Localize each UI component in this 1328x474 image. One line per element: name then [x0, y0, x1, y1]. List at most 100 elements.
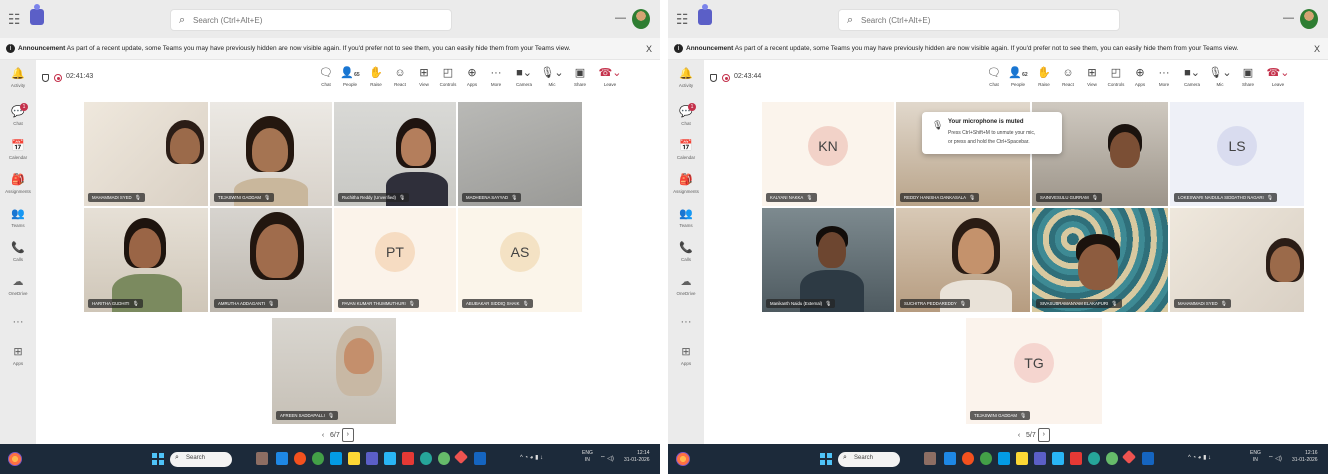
rail-item-more[interactable]: ··· [668, 316, 704, 329]
share-button[interactable]: ▣ Share [1236, 66, 1260, 87]
minimize-button[interactable]: — [615, 12, 626, 24]
rail-item-onedrive[interactable]: ☁ OneDrive [0, 276, 36, 296]
taskbar-app-icon[interactable] [1121, 449, 1137, 465]
rail-item-calendar[interactable]: 📅 Calendar [668, 140, 704, 160]
network-volume-icon[interactable]: ⌔ ◁) [600, 454, 614, 462]
participant-tile[interactable]: KN KALYANI NAKKA 🎙 [762, 102, 894, 206]
rail-item-apps[interactable]: ⊞ Apps [668, 346, 704, 366]
participant-tile[interactable]: SIVASUBRAMANYAM ELAKAPURI 🎙 [1032, 208, 1168, 312]
rail-item-assignments[interactable]: 🎒 Assignments [0, 174, 36, 194]
search-input[interactable] [861, 13, 1111, 28]
search-input[interactable] [193, 13, 443, 28]
taskbar-app-icon[interactable] [312, 452, 324, 465]
taskbar-search[interactable]: ⌕ Search [170, 452, 232, 467]
system-clock[interactable]: 12:16 31-01-2026 [1292, 450, 1318, 464]
participant-tile[interactable]: MAHAMMADI SYED 🎙 [1170, 208, 1304, 312]
taskbar-app-icon[interactable] [256, 452, 268, 465]
rail-item-calendar[interactable]: 📅 Calendar [0, 140, 36, 160]
participant-tile[interactable]: TG TEJASWINI GADDAM 🎙 [966, 318, 1102, 424]
participant-tile[interactable]: SUCHITRA PEDDAREDDY 🎙 [896, 208, 1030, 312]
taskbar-app-icon[interactable] [438, 452, 450, 465]
rail-item-assignments[interactable]: 🎒 Assignments [668, 174, 704, 194]
view-button[interactable]: ⊞ View [1080, 66, 1104, 87]
raise-hand-button[interactable]: ✋ Raise [1032, 66, 1056, 87]
tray-icons[interactable]: ^ ◔ ◕ ▮ ↓ [520, 454, 543, 461]
taskbar-app-icon[interactable] [1052, 452, 1064, 465]
network-volume-icon[interactable]: ⌔ ◁) [1268, 454, 1282, 462]
participant-tile[interactable]: Ruchitha Reddy (Unverified) 🎙 [334, 102, 456, 206]
previous-page-button[interactable]: ‹ [318, 432, 328, 439]
minimize-button[interactable]: — [1283, 12, 1294, 24]
language-indicator[interactable]: ENG IN [582, 450, 593, 464]
participant-tile[interactable]: MAHAMMADI SYED 🎙 [84, 102, 208, 206]
controls-button[interactable]: ◰ Controls [1104, 66, 1128, 87]
view-button[interactable]: ⊞ View [412, 66, 436, 87]
chat-button[interactable]: 🗨 Chat [982, 66, 1006, 87]
previous-page-button[interactable]: ‹ [1014, 432, 1024, 439]
rail-item-chat[interactable]: 💬 1 Chat [668, 103, 704, 126]
rail-item-teams[interactable]: 👥 Teams [668, 208, 704, 228]
taskbar-app-icon[interactable] [330, 452, 342, 465]
mic-muted-notification[interactable]: 🎙 Your microphone is muted Press Ctrl+Sh… [922, 112, 1062, 154]
taskbar-app-icon[interactable] [420, 452, 432, 465]
taskbar-app-icon[interactable] [402, 452, 414, 465]
participant-tile[interactable]: MADHEENA SAYYAD 🎙 [458, 102, 582, 206]
apps-button[interactable]: ⊕ Apps [1128, 66, 1152, 87]
controls-button[interactable]: ◰ Controls [436, 66, 460, 87]
system-clock[interactable]: 12:14 31-01-2026 [624, 450, 650, 464]
participant-tile[interactable]: TEJASWINI GADDAM 🎙 [210, 102, 332, 206]
participant-tile[interactable]: AFREEN SADDAPALLI 🎙 [272, 318, 396, 424]
app-launcher-icon[interactable]: ☷ [8, 11, 21, 28]
rail-item-more[interactable]: ··· [0, 316, 36, 329]
rail-item-apps[interactable]: ⊞ Apps [0, 346, 36, 366]
search-bar[interactable]: ⌕ [838, 9, 1120, 31]
windows-start-icon[interactable] [820, 453, 832, 465]
language-indicator[interactable]: ENG IN [1250, 450, 1261, 464]
close-announcement-button[interactable]: X [646, 38, 652, 59]
taskbar-app-icon[interactable] [348, 452, 360, 465]
taskbar-search[interactable]: ⌕ Search [838, 452, 900, 467]
rail-item-activity[interactable]: 🔔 Activity [668, 68, 704, 88]
raise-hand-button[interactable]: ✋ Raise [364, 66, 388, 87]
tray-icons[interactable]: ^ ◔ ◕ ▮ ↓ [1188, 454, 1211, 461]
leave-button[interactable]: ☎⌄ Leave [596, 66, 624, 87]
participant-tile[interactable]: AMRUTHA ADDAGANTI 🎙 [210, 208, 332, 312]
share-button[interactable]: ▣ Share [568, 66, 592, 87]
shield-icon[interactable] [710, 74, 717, 82]
profile-avatar[interactable] [632, 9, 650, 29]
taskbar-app-icon[interactable] [276, 452, 288, 465]
profile-avatar[interactable] [1300, 9, 1318, 29]
rail-item-teams[interactable]: 👥 Teams [0, 208, 36, 228]
taskbar-app-icon[interactable] [474, 452, 486, 465]
more-button[interactable]: ··· More [1152, 66, 1176, 87]
next-page-button[interactable]: › [341, 428, 354, 442]
react-button[interactable]: ☺ React [1056, 66, 1080, 87]
taskbar-app-icon[interactable] [1106, 452, 1118, 465]
rail-item-calls[interactable]: 📞 Calls [0, 242, 36, 262]
taskbar-app-icon[interactable] [453, 449, 469, 465]
participant-tile[interactable]: PT PAVAN KUMAR THUMMUTHURI 🎙 [334, 208, 456, 312]
taskbar-app-icon[interactable] [944, 452, 956, 465]
rail-item-onedrive[interactable]: ☁ OneDrive [668, 276, 704, 296]
taskbar-app-icon[interactable] [1016, 452, 1028, 465]
mic-button[interactable]: 🎙⌄ Mic [1208, 66, 1232, 87]
close-announcement-button[interactable]: X [1314, 38, 1320, 59]
shield-icon[interactable] [42, 74, 49, 82]
taskbar-app-icon[interactable] [1088, 452, 1100, 465]
participant-tile[interactable]: LS LOKESWARI NAIDULA SIDDATHO NAGARI 🎙 [1170, 102, 1304, 206]
taskbar-app-icon[interactable] [980, 452, 992, 465]
search-bar[interactable]: ⌕ [170, 9, 452, 31]
people-button[interactable]: 👤62 People [1006, 66, 1030, 87]
react-button[interactable]: ☺ React [388, 66, 412, 87]
taskbar-app-icon[interactable] [924, 452, 936, 465]
taskbar-app-icon[interactable] [384, 452, 396, 465]
participant-tile[interactable]: Manikanth Naidu (External) 🎙 [762, 208, 894, 312]
participant-tile[interactable]: HARITHA GUDHITI 🎙 [84, 208, 208, 312]
mic-button[interactable]: 🎙⌄ Mic [540, 66, 564, 87]
windows-start-icon[interactable] [152, 453, 164, 465]
leave-button[interactable]: ☎⌄ Leave [1264, 66, 1292, 87]
camera-button[interactable]: ■⌄ Camera [512, 66, 536, 87]
apps-button[interactable]: ⊕ Apps [460, 66, 484, 87]
taskbar-app-icon[interactable] [1142, 452, 1154, 465]
widgets-icon[interactable] [8, 452, 22, 466]
